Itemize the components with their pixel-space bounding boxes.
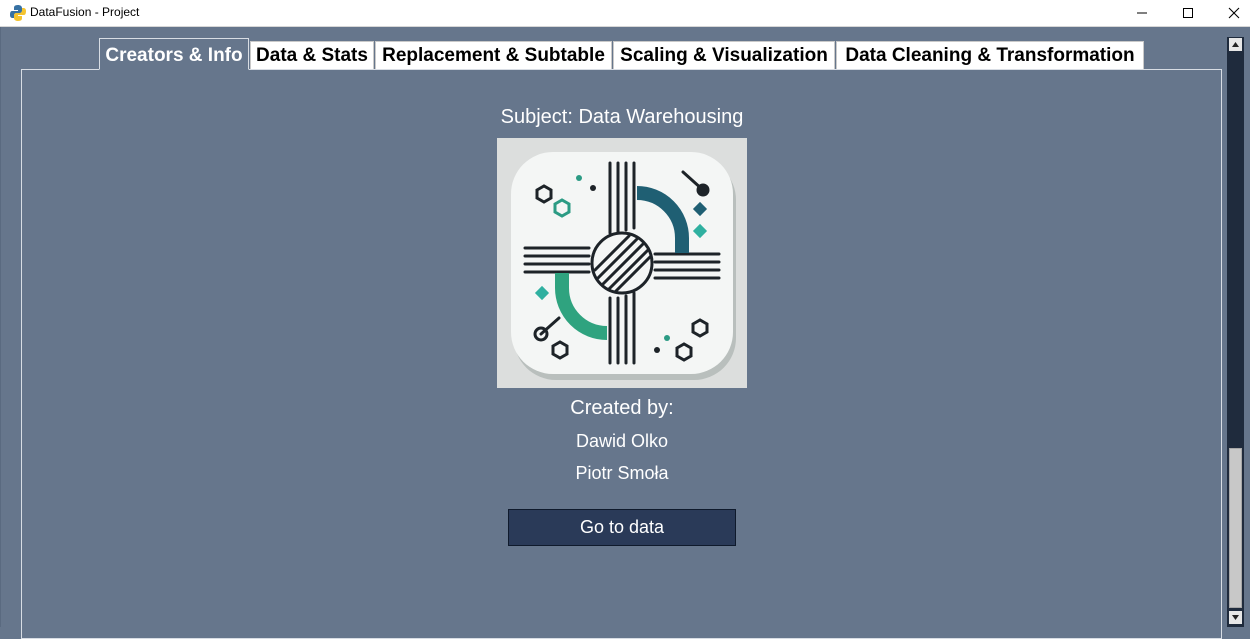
go-to-data-button[interactable]: Go to data bbox=[508, 509, 736, 546]
tab-data-cleaning-transformation[interactable]: Data Cleaning & Transformation bbox=[836, 41, 1144, 69]
close-button[interactable] bbox=[1211, 0, 1250, 26]
python-icon bbox=[10, 5, 26, 21]
author-name: Dawid Olko bbox=[575, 431, 669, 451]
minimize-icon bbox=[1137, 12, 1147, 14]
maximize-button[interactable] bbox=[1165, 0, 1211, 26]
scroll-down-button[interactable] bbox=[1229, 611, 1242, 624]
subject-label: Subject: Data Warehousing bbox=[500, 106, 744, 128]
tab-creators-info[interactable]: Creators & Info bbox=[99, 38, 249, 70]
window-title-bar: DataFusion - Project bbox=[0, 0, 1250, 27]
maximize-icon bbox=[1183, 8, 1193, 18]
created-by-label: Created by: bbox=[570, 397, 674, 419]
chevron-up-icon bbox=[1232, 42, 1239, 47]
minimize-button[interactable] bbox=[1119, 0, 1165, 26]
close-icon bbox=[1228, 7, 1240, 19]
tab-data-stats[interactable]: Data & Stats bbox=[250, 41, 374, 69]
author-name: Piotr Smoła bbox=[575, 463, 669, 483]
tab-scaling-visualization[interactable]: Scaling & Visualization bbox=[613, 41, 835, 69]
window-title: DataFusion - Project bbox=[30, 5, 140, 19]
tab-replacement-subtable[interactable]: Replacement & Subtable bbox=[375, 41, 612, 69]
chevron-down-icon bbox=[1232, 615, 1239, 620]
scroll-up-button[interactable] bbox=[1229, 38, 1242, 51]
scrollbar-thumb[interactable] bbox=[1229, 448, 1242, 608]
circuit-logo-image bbox=[497, 138, 747, 388]
